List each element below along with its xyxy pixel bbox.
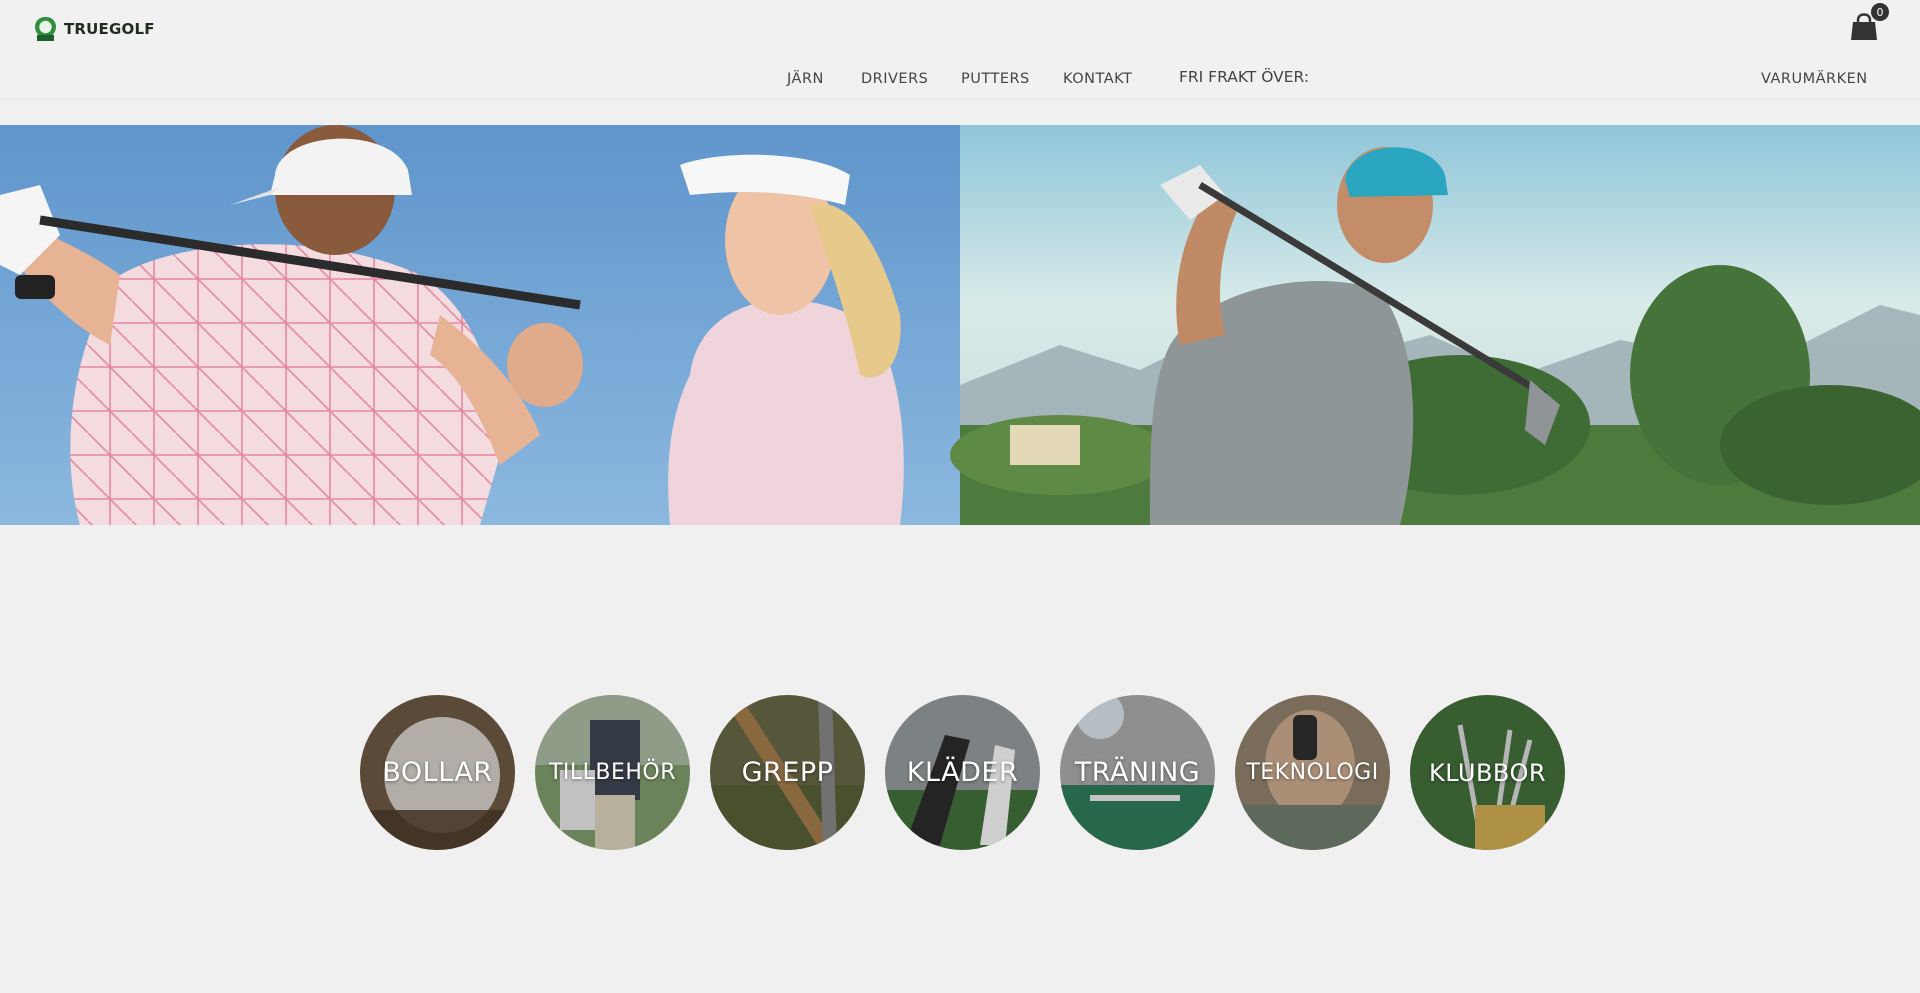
category-label: KLÄDER	[906, 757, 1019, 788]
main-nav: JÄRN DRIVERS PUTTERS KONTAKT FRI FRAKT Ö…	[0, 68, 1920, 91]
category-label: TEKNOLOGI	[1246, 760, 1379, 785]
category-label: TRÄNING	[1074, 757, 1201, 788]
category-klader[interactable]: KLÄDER	[885, 695, 1040, 850]
category-teknologi[interactable]: TEKNOLOGI	[1235, 695, 1390, 850]
category-list: BOLLAR TILLBEHÖR GREPP KLÄDER TRÄNING TE…	[360, 695, 1565, 850]
truegolf-logo-icon	[35, 17, 56, 41]
category-tillbehor[interactable]: TILLBEHÖR	[535, 695, 690, 850]
hero-image	[0, 125, 1920, 525]
category-label: TILLBEHÖR	[548, 760, 677, 785]
category-label: GREPP	[741, 757, 834, 788]
nav-item-jarn[interactable]: JÄRN	[787, 71, 824, 87]
logo[interactable]: TRUEGOLF	[34, 16, 155, 42]
nav-item-putters[interactable]: PUTTERS	[961, 71, 1030, 87]
category-traning[interactable]: TRÄNING	[1060, 695, 1215, 850]
category-label: BOLLAR	[382, 757, 493, 788]
nav-item-brands[interactable]: VARUMÄRKEN	[1761, 71, 1868, 87]
nav-item-drivers[interactable]: DRIVERS	[861, 71, 928, 87]
brand-name: TRUEGOLF	[64, 20, 155, 38]
category-label: KLUBBOR	[1428, 758, 1547, 787]
category-bollar[interactable]: BOLLAR	[360, 695, 515, 850]
cart-count-badge: 0	[1871, 3, 1889, 21]
free-shipping-promo: FRI FRAKT ÖVER:	[1179, 68, 1310, 86]
header-divider	[0, 98, 1920, 100]
site-header: TRUEGOLF 0 JÄRN DRIVERS PUTTERS KONTAKT …	[0, 0, 1920, 100]
category-klubbor[interactable]: KLUBBOR	[1410, 695, 1565, 850]
hero-banner	[0, 125, 1920, 525]
category-grepp[interactable]: GREPP	[710, 695, 865, 850]
nav-item-kontakt[interactable]: KONTAKT	[1063, 71, 1132, 87]
